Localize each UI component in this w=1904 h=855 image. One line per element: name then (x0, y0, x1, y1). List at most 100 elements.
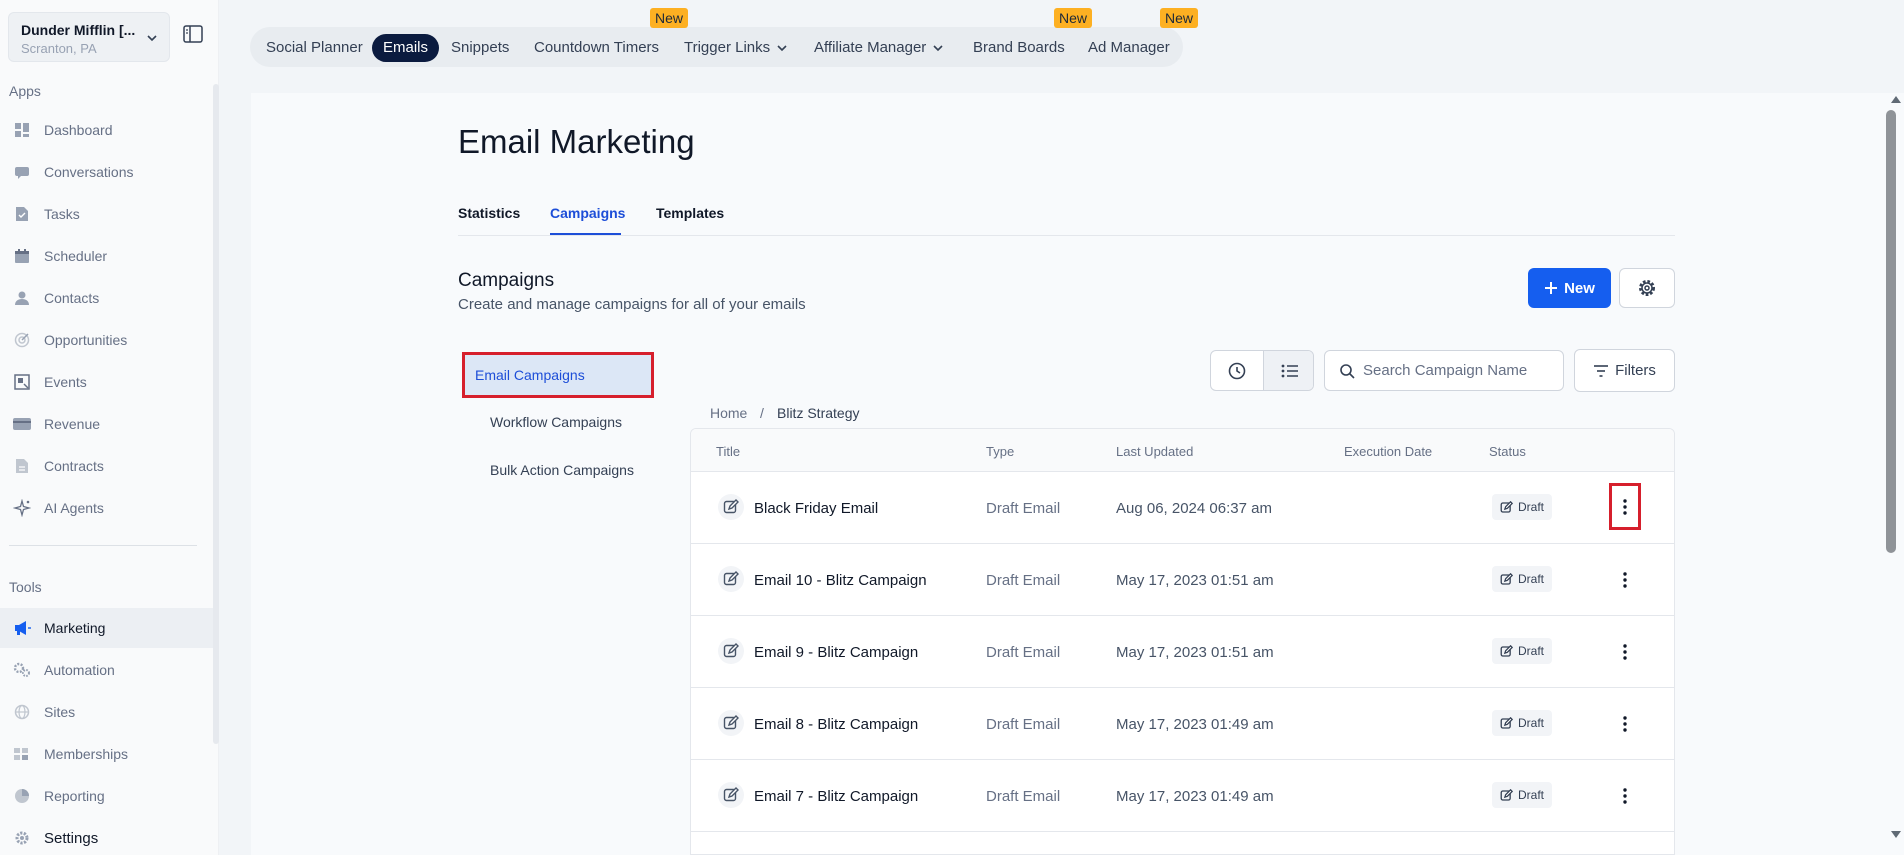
new-campaign-button[interactable]: New (1528, 268, 1611, 308)
new-badge: New (1160, 8, 1199, 28)
more-options-icon[interactable] (1611, 782, 1639, 810)
collapse-sidebar-icon[interactable] (183, 25, 203, 48)
chevron-down-icon (933, 45, 943, 52)
breadcrumb-home[interactable]: Home (710, 405, 747, 421)
edit-icon[interactable] (718, 566, 744, 592)
sidebar-item-conversations[interactable]: Conversations (0, 152, 213, 192)
sidebar-item-dashboard[interactable]: Dashboard (0, 110, 213, 150)
clock-icon (1228, 362, 1246, 379)
nav-trigger-links-label: Trigger Links (684, 39, 771, 56)
subnav-email-campaigns[interactable]: Email Campaigns (462, 352, 654, 398)
table-header: Title Type Last Updated Execution Date S… (691, 429, 1674, 472)
subnav-workflow-campaigns[interactable]: Workflow Campaigns (490, 414, 622, 430)
column-header-last-updated: Last Updated (1116, 444, 1194, 459)
nav-affiliate-manager[interactable]: Affiliate Manager (803, 34, 955, 62)
sidebar-item-automation[interactable]: Automation (0, 650, 213, 690)
table-row[interactable]: Email 9 - Blitz Campaign Draft Email May… (691, 616, 1674, 688)
edit-icon[interactable] (718, 782, 744, 808)
settings-button[interactable] (1619, 268, 1675, 308)
view-toggle (1210, 350, 1314, 391)
sidebar-item-sites[interactable]: Sites (0, 692, 213, 732)
sidebar-item-label: Automation (44, 662, 115, 678)
target-icon (13, 331, 31, 349)
sidebar-item-label: Revenue (44, 416, 101, 432)
nav-emails[interactable]: Emails (372, 34, 440, 62)
nav-social-planner[interactable]: Social Planner (255, 34, 374, 62)
edit-icon (1500, 572, 1513, 585)
more-options-icon[interactable] (1611, 638, 1639, 666)
subnav-bulk-action-campaigns[interactable]: Bulk Action Campaigns (490, 462, 634, 478)
more-options-icon[interactable] (1611, 710, 1639, 738)
edit-icon[interactable] (718, 494, 744, 520)
section-title: Campaigns (458, 270, 555, 291)
column-header-title: Title (716, 444, 741, 459)
campaign-title[interactable]: Email 9 - Blitz Campaign (754, 644, 918, 661)
edit-icon[interactable] (718, 638, 744, 664)
scroll-up-arrow-icon[interactable] (1891, 96, 1901, 103)
status-label: Draft (1518, 500, 1545, 514)
gear-icon (1639, 280, 1655, 296)
list-view-button[interactable] (1263, 351, 1313, 390)
table-row[interactable]: Email 7 - Blitz Campaign Draft Email May… (691, 760, 1674, 832)
calendar-icon (13, 247, 31, 265)
table-row[interactable]: Email 10 - Blitz Campaign Draft Email Ma… (691, 544, 1674, 616)
sidebar-item-opportunities[interactable]: Opportunities (0, 320, 213, 360)
filters-button[interactable]: Filters (1574, 349, 1675, 392)
events-icon (13, 373, 31, 391)
sidebar-item-contracts[interactable]: Contracts (0, 446, 213, 486)
campaign-title[interactable]: Black Friday Email (754, 500, 878, 517)
plus-icon (1545, 282, 1558, 294)
document-icon (13, 457, 31, 475)
tab-templates[interactable]: Templates (656, 205, 724, 221)
globe-icon (13, 703, 31, 721)
chevron-down-icon (145, 31, 159, 50)
active-tab-indicator (550, 233, 621, 235)
tab-statistics[interactable]: Statistics (458, 205, 520, 221)
nav-snippets[interactable]: Snippets (440, 34, 520, 62)
sidebar-item-scheduler[interactable]: Scheduler (0, 236, 213, 276)
apps-section-label: Apps (9, 83, 41, 99)
sidebar-scrollbar[interactable] (213, 84, 219, 744)
scroll-down-arrow-icon[interactable] (1891, 831, 1901, 838)
search-icon (1340, 363, 1355, 379)
tools-section-label: Tools (9, 579, 42, 595)
sidebar-item-revenue[interactable]: Revenue (0, 404, 213, 444)
edit-icon (1500, 788, 1513, 801)
status-badge: Draft (1492, 566, 1553, 592)
table-row[interactable]: Email 8 - Blitz Campaign Draft Email May… (691, 688, 1674, 760)
sidebar-item-ai-agents[interactable]: AI Agents (0, 488, 213, 528)
card-icon (13, 415, 31, 433)
sidebar-item-events[interactable]: Events (0, 362, 213, 402)
more-options-icon[interactable] (1611, 566, 1639, 594)
campaign-title[interactable]: Email 8 - Blitz Campaign (754, 716, 918, 733)
nav-brand-boards[interactable]: Brand Boards (962, 34, 1076, 62)
sidebar-item-memberships[interactable]: Memberships (0, 734, 213, 774)
sidebar-item-settings[interactable]: Settings (0, 818, 213, 855)
sidebar-item-reporting[interactable]: Reporting (0, 776, 213, 816)
location-switcher[interactable]: Dunder Mifflin [... Scranton, PA (8, 12, 170, 62)
campaign-title[interactable]: Email 7 - Blitz Campaign (754, 788, 918, 805)
status-badge: Draft (1492, 782, 1553, 808)
nav-ad-manager[interactable]: Ad Manager (1077, 34, 1181, 62)
filters-label: Filters (1615, 362, 1656, 379)
scrollbar-thumb[interactable] (1886, 110, 1896, 553)
sidebar-item-tasks[interactable]: Tasks (0, 194, 213, 234)
campaign-type: Draft Email (986, 788, 1061, 805)
sidebar-item-label: Sites (44, 704, 76, 720)
more-options-icon[interactable] (1609, 483, 1641, 530)
subnav-label: Email Campaigns (475, 367, 585, 383)
search-input[interactable] (1363, 362, 1563, 379)
table-row[interactable]: Black Friday Email Draft Email Aug 06, 2… (691, 472, 1674, 544)
tab-campaigns[interactable]: Campaigns (550, 205, 625, 221)
status-badge: Draft (1492, 638, 1553, 664)
timeline-view-button[interactable] (1211, 351, 1263, 390)
sidebar-item-contacts[interactable]: Contacts (0, 278, 213, 318)
column-header-status: Status (1489, 444, 1526, 459)
members-icon (13, 745, 31, 763)
nav-countdown-timers[interactable]: Countdown Timers (523, 34, 670, 62)
campaign-last-updated: May 17, 2023 01:49 am (1116, 788, 1274, 805)
edit-icon[interactable] (718, 710, 744, 736)
sidebar-item-marketing[interactable]: Marketing (0, 608, 213, 648)
campaign-title[interactable]: Email 10 - Blitz Campaign (754, 572, 927, 589)
nav-trigger-links[interactable]: Trigger Links (673, 34, 799, 62)
